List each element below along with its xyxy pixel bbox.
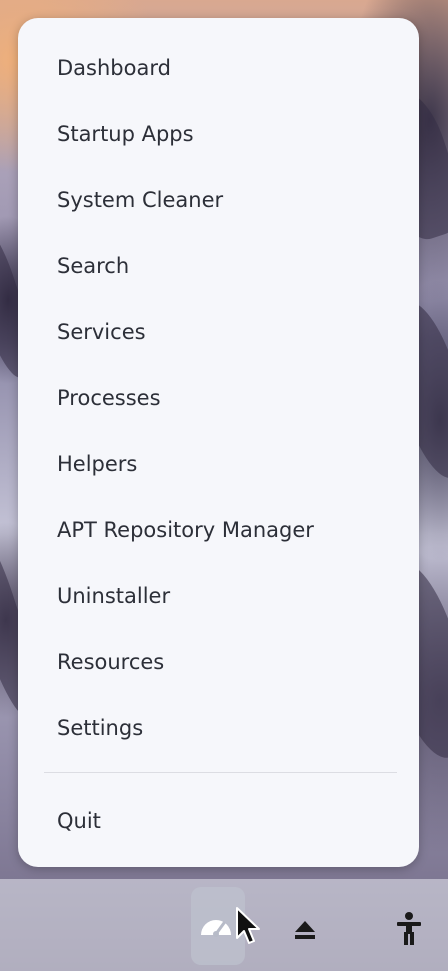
menu-item-services[interactable]: Services	[18, 302, 419, 362]
menu-item-startup-apps[interactable]: Startup Apps	[18, 104, 419, 164]
menu-item-resources[interactable]: Resources	[18, 632, 419, 692]
desktop-wallpaper: Dashboard Startup Apps System Cleaner Se…	[0, 0, 448, 971]
app-menu-popup: Dashboard Startup Apps System Cleaner Se…	[18, 18, 419, 867]
accessibility-icon[interactable]	[396, 912, 422, 946]
menu-item-dashboard[interactable]: Dashboard	[18, 38, 419, 98]
menu-item-helpers[interactable]: Helpers	[18, 434, 419, 494]
menu-separator	[44, 772, 397, 773]
speedometer-icon	[201, 920, 231, 937]
menu-item-uninstaller[interactable]: Uninstaller	[18, 566, 419, 626]
eject-icon[interactable]	[293, 919, 317, 941]
menu-item-search[interactable]: Search	[18, 236, 419, 296]
menu-item-apt-repository-manager[interactable]: APT Repository Manager	[18, 500, 419, 560]
mouse-cursor-icon	[236, 907, 260, 944]
menu-item-system-cleaner[interactable]: System Cleaner	[18, 170, 419, 230]
menu-item-settings[interactable]: Settings	[18, 698, 419, 758]
menu-item-quit[interactable]: Quit	[18, 791, 419, 851]
menu-item-processes[interactable]: Processes	[18, 368, 419, 428]
